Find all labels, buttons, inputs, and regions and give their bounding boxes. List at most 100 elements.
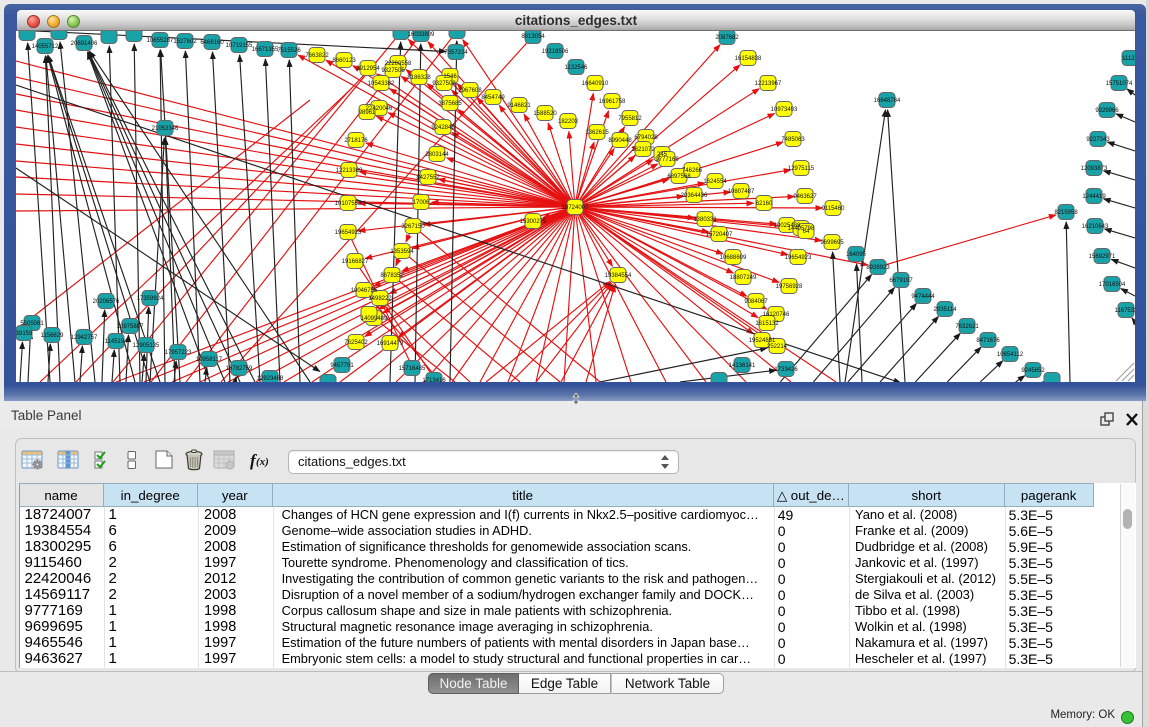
- svg-text:2803144: 2803144: [425, 152, 449, 158]
- svg-text:8938923: 8938923: [866, 265, 890, 271]
- svg-text:11123: 11123: [1122, 56, 1135, 62]
- svg-text:16120746: 16120746: [763, 312, 790, 318]
- svg-text:9777169: 9777169: [655, 157, 679, 163]
- svg-text:1244419: 1244419: [1082, 194, 1106, 200]
- svg-text:10973493: 10973493: [771, 107, 798, 113]
- svg-text:7632621: 7632621: [955, 324, 979, 330]
- svg-text:21053346: 21053346: [152, 126, 179, 132]
- svg-text:1624554: 1624554: [703, 179, 727, 185]
- svg-text:9146821: 9146821: [507, 103, 531, 109]
- svg-text:3267150: 3267150: [401, 224, 425, 230]
- svg-text:1156829: 1156829: [41, 333, 65, 339]
- svg-text:9084067: 9084067: [744, 299, 768, 305]
- svg-text:5505061: 5505061: [20, 321, 44, 327]
- svg-text:10688609: 10688609: [720, 255, 747, 261]
- svg-text:19218506: 19218506: [542, 49, 569, 55]
- svg-text:8660123: 8660123: [332, 58, 356, 64]
- svg-text:14055712: 14055712: [32, 44, 59, 50]
- svg-text:8427552: 8427552: [416, 175, 440, 181]
- svg-text:9242848: 9242848: [431, 125, 455, 131]
- svg-text:9245652: 9245652: [1021, 368, 1045, 374]
- svg-text:9463627: 9463627: [793, 194, 817, 200]
- svg-text:1498222: 1498222: [368, 296, 392, 302]
- svg-text:20206576: 20206576: [93, 299, 120, 305]
- svg-text:8215958: 8215958: [1054, 210, 1078, 216]
- svg-text:10958117: 10958117: [196, 357, 223, 363]
- svg-text:7663822: 7663822: [305, 53, 329, 59]
- svg-text:9327505: 9327505: [381, 68, 405, 74]
- svg-text:10046755: 10046755: [351, 288, 378, 294]
- svg-text:2087682: 2087682: [715, 35, 739, 41]
- svg-text:10654112: 10654112: [997, 352, 1024, 358]
- svg-text:16210643: 16210643: [1082, 224, 1109, 230]
- svg-text:1615132: 1615132: [755, 321, 779, 327]
- svg-text:12093873: 12093873: [1081, 166, 1108, 172]
- svg-text:20691406: 20691406: [71, 41, 98, 47]
- svg-text:12975115: 12975115: [788, 166, 815, 172]
- svg-text:9327508: 9327508: [432, 81, 456, 87]
- svg-text:12942757: 12942757: [71, 335, 98, 341]
- svg-text:14495798: 14495798: [788, 226, 815, 232]
- svg-text:9115460: 9115460: [822, 206, 846, 212]
- svg-text:16033809: 16033809: [408, 32, 435, 38]
- svg-text:1527602: 1527602: [173, 39, 197, 45]
- svg-text:10719155: 10719155: [226, 43, 253, 49]
- svg-text:1713416: 1713416: [422, 378, 446, 382]
- svg-text:2935114: 2935114: [934, 307, 958, 313]
- svg-text:8471676: 8471676: [976, 338, 1000, 344]
- svg-text:19166827: 19166827: [342, 259, 369, 265]
- svg-text:10655287: 10655287: [147, 38, 174, 44]
- svg-text:12923468: 12923468: [257, 376, 284, 382]
- svg-text:8990448: 8990448: [608, 138, 632, 144]
- svg-text:19654923: 19654923: [335, 230, 362, 236]
- svg-text:6897568: 6897568: [667, 174, 691, 180]
- svg-text:1132546: 1132546: [565, 65, 589, 71]
- svg-text:15751074: 15751074: [1106, 81, 1133, 87]
- svg-text:1546: 1546: [443, 74, 457, 80]
- svg-text:8678352: 8678352: [380, 273, 404, 279]
- svg-text:14136141: 14136141: [729, 363, 756, 369]
- svg-text:12905135: 12905135: [133, 343, 160, 349]
- svg-text:12213389: 12213389: [336, 168, 363, 174]
- svg-text:17957223: 17957223: [165, 350, 192, 356]
- svg-text:182203: 182203: [558, 119, 579, 125]
- svg-text:64: 64: [803, 229, 810, 235]
- svg-text:9329966: 9329966: [1095, 108, 1119, 114]
- svg-text:3875685: 3875685: [438, 101, 462, 107]
- svg-text:7357224: 7357224: [444, 50, 468, 56]
- svg-text:19384554: 19384554: [605, 273, 632, 279]
- svg-text:252214: 252214: [767, 344, 788, 350]
- svg-text:22260558: 22260558: [385, 61, 412, 67]
- svg-text:1733426: 1733426: [774, 367, 798, 373]
- svg-text:7955812: 7955812: [618, 116, 642, 122]
- svg-text:10543382: 10543382: [368, 81, 395, 87]
- svg-text:19756928: 19756928: [776, 284, 803, 290]
- svg-text:15716485: 15716485: [399, 366, 426, 372]
- svg-text:15692971: 15692971: [1089, 254, 1116, 260]
- svg-text:8454749: 8454749: [481, 95, 505, 101]
- svg-text:746266: 746266: [682, 168, 703, 174]
- svg-text:15300275: 15300275: [520, 219, 547, 225]
- svg-text:14099489: 14099489: [361, 316, 388, 322]
- svg-text:16782759: 16782759: [226, 366, 253, 372]
- svg-text:6794028: 6794028: [634, 135, 658, 141]
- svg-text:16154838: 16154838: [735, 56, 762, 62]
- svg-text:9699695: 9699695: [820, 240, 844, 246]
- svg-text:17016504: 17016504: [1099, 282, 1126, 288]
- svg-text:2718176: 2718176: [344, 138, 368, 144]
- svg-text:8186328: 8186328: [407, 75, 431, 81]
- svg-text:1167533: 1167533: [1115, 308, 1135, 314]
- svg-text:16914479: 16914479: [377, 341, 404, 347]
- svg-text:9474444: 9474444: [911, 294, 935, 300]
- svg-text:18724007: 18724007: [562, 205, 589, 211]
- svg-text:9227343: 9227343: [1086, 137, 1110, 143]
- svg-text:1588520: 1588520: [533, 111, 557, 117]
- svg-text:16961758: 16961758: [599, 99, 626, 105]
- svg-text:10975887: 10975887: [117, 324, 144, 330]
- svg-text:8813054: 8813054: [521, 34, 545, 40]
- svg-text:16648784: 16648784: [874, 98, 901, 104]
- svg-text:16640910: 16640910: [582, 81, 609, 87]
- svg-text:164095: 164095: [846, 252, 867, 258]
- svg-text:98961: 98961: [359, 110, 376, 116]
- svg-text:12213967: 12213967: [755, 81, 782, 87]
